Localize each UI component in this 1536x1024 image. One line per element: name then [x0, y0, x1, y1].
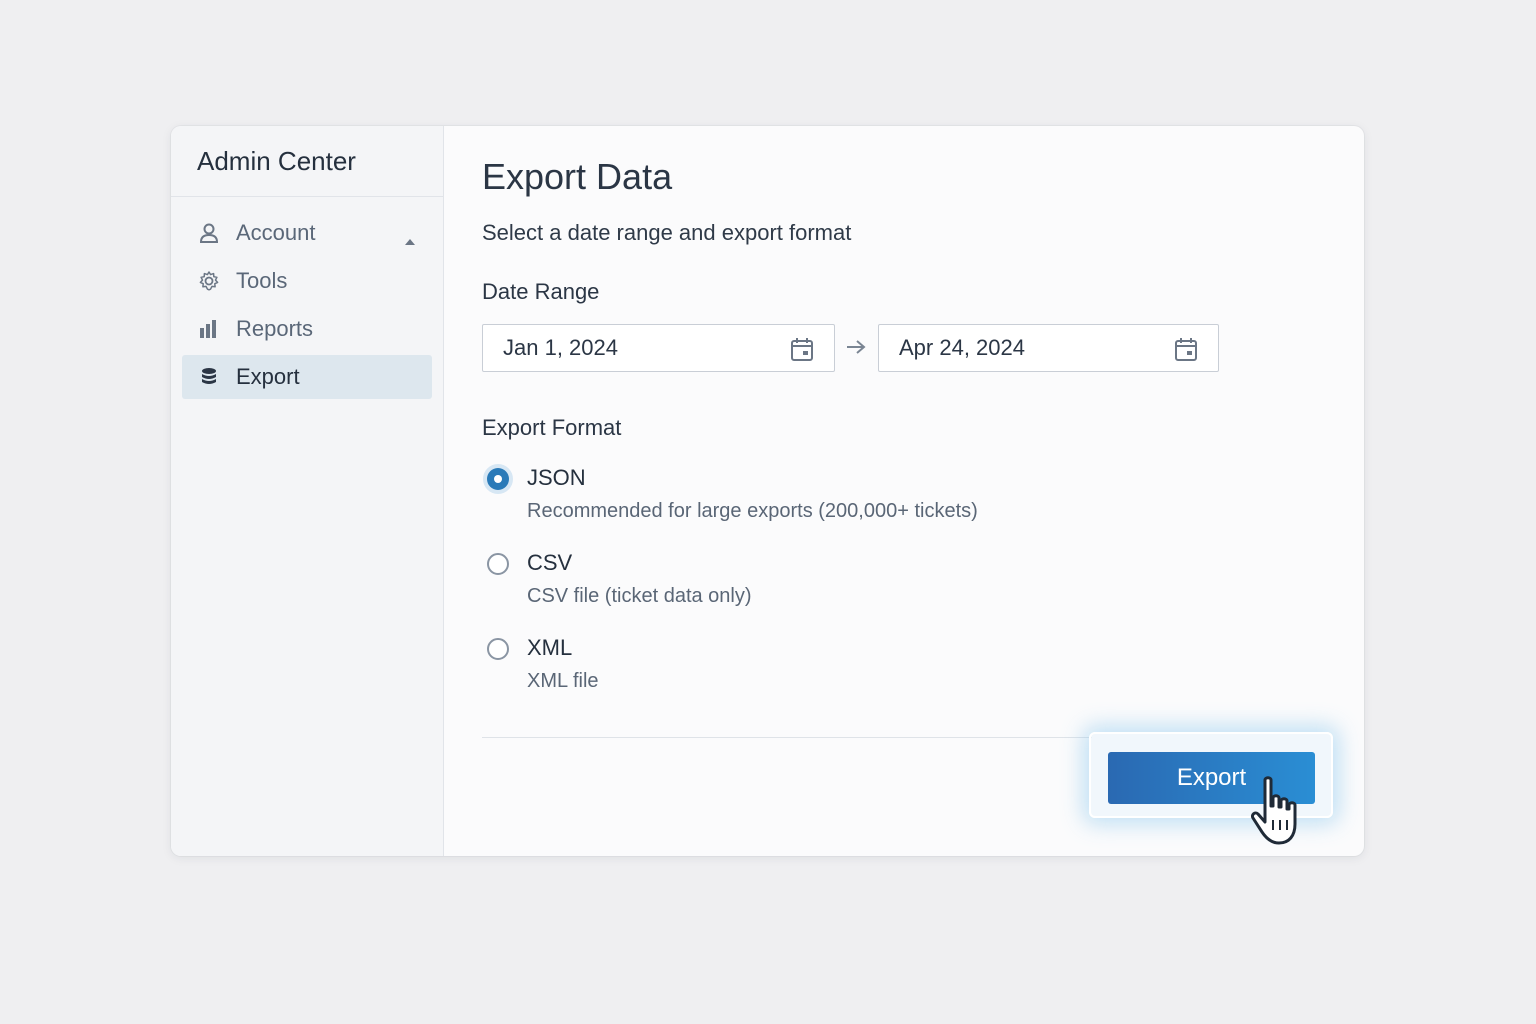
calendar-icon[interactable]	[790, 336, 814, 368]
export-format-label: Export Format	[482, 415, 622, 440]
database-icon	[198, 366, 220, 388]
page-subtitle: Select a date range and export format	[482, 220, 852, 245]
sidebar-item-export[interactable]: Export	[182, 355, 432, 399]
main-content: Export Data Select a date range and expo…	[444, 126, 1364, 856]
start-date-field[interactable]: Jan 1, 2024	[482, 324, 835, 372]
radio-json[interactable]	[487, 468, 509, 490]
export-panel: Admin Center Account Tools Reports Expor…	[171, 126, 1364, 856]
bar-chart-icon	[198, 318, 220, 340]
hand-pointer-icon	[1251, 776, 1315, 853]
user-icon	[198, 222, 220, 244]
sidebar-item-label: Account	[236, 220, 316, 245]
caret-up-icon[interactable]	[404, 226, 416, 252]
date-range-label: Date Range	[482, 279, 600, 304]
gear-icon	[198, 270, 220, 292]
radio-csv[interactable]	[487, 553, 509, 575]
arrow-right-icon	[846, 339, 866, 360]
calendar-icon[interactable]	[1174, 336, 1198, 368]
sidebar-item-reports[interactable]: Reports	[182, 307, 432, 351]
sidebar: Admin Center Account Tools Reports Expor…	[171, 126, 444, 856]
sidebar-nav: Account Tools Reports Export	[171, 197, 443, 399]
radio-label: JSON	[527, 465, 586, 490]
sidebar-item-label: Reports	[236, 316, 314, 341]
divider	[482, 737, 1092, 738]
end-date-value: Apr 24, 2024	[899, 335, 1025, 360]
radio-xml[interactable]	[487, 638, 509, 660]
start-date-value: Jan 1, 2024	[503, 335, 618, 360]
sidebar-item-tools[interactable]: Tools	[182, 259, 432, 303]
radio-label: CSV	[527, 550, 573, 575]
radio-description: XML file	[527, 670, 599, 692]
radio-description: CSV file (ticket data only)	[527, 585, 752, 607]
page-title: Export Data	[482, 156, 673, 197]
sidebar-item-label: Tools	[236, 268, 288, 293]
radio-label: XML	[527, 635, 573, 660]
end-date-field[interactable]: Apr 24, 2024	[878, 324, 1219, 372]
radio-description: Recommended for large exports (200,000+ …	[527, 500, 978, 522]
sidebar-item-account[interactable]: Account	[182, 211, 432, 255]
sidebar-item-label: Export	[236, 364, 300, 389]
app-title: Admin Center	[171, 126, 443, 197]
